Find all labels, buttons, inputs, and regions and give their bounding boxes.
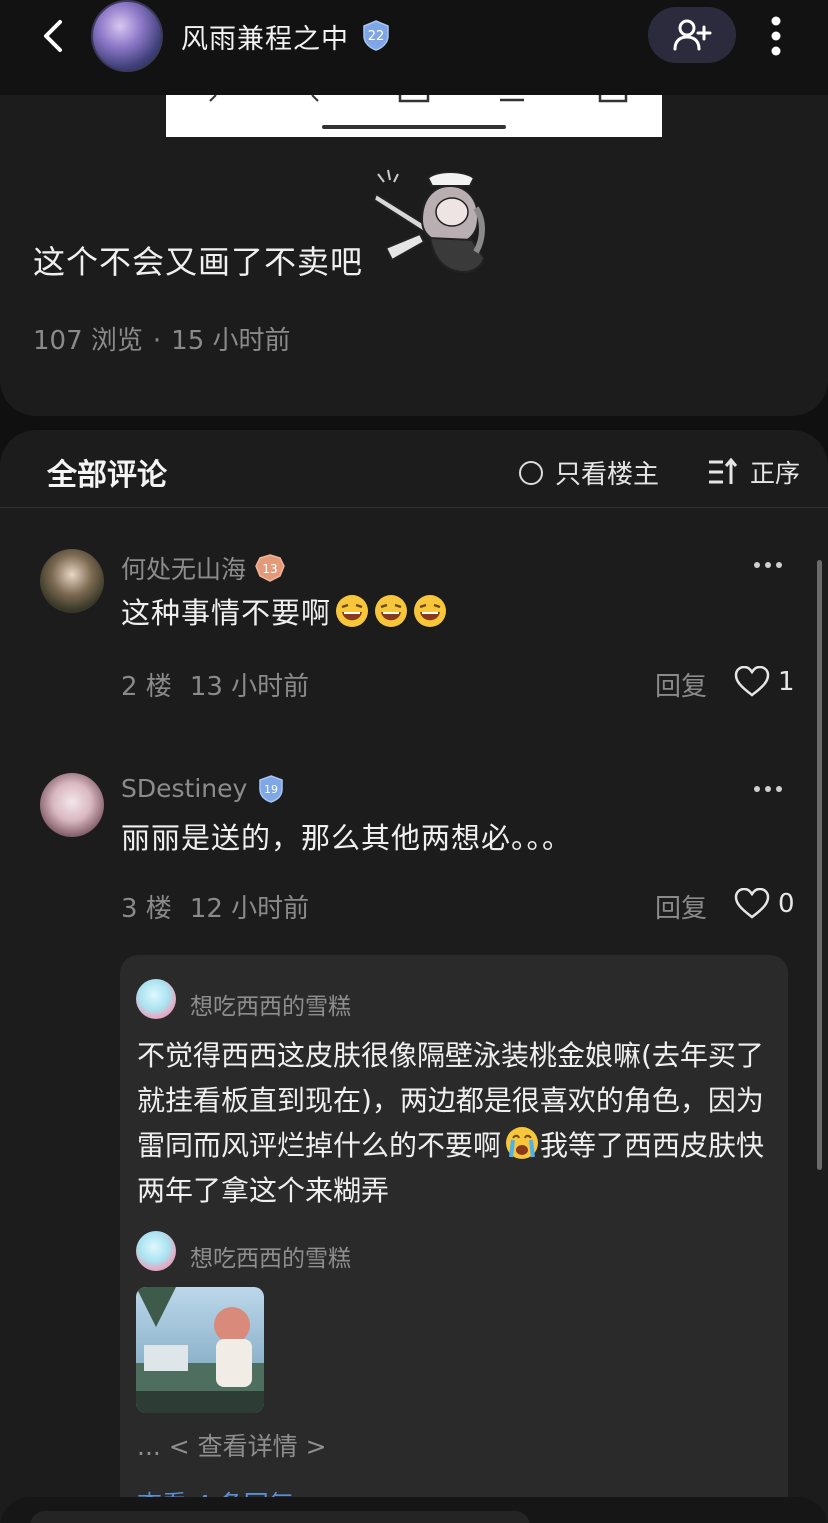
commenter-avatar[interactable] <box>40 549 104 613</box>
post-time: 15 小时前 <box>171 326 291 356</box>
level-badge-text: 22 <box>368 29 385 44</box>
level-badge-text: 13 <box>262 562 277 576</box>
author-avatar[interactable] <box>91 0 163 72</box>
only-op-toggle[interactable]: 只看楼主 <box>519 454 659 491</box>
commenter-name-row: 何处无山海 13 <box>121 550 286 586</box>
only-op-label: 只看楼主 <box>555 460 660 490</box>
sort-button[interactable]: 正序 <box>708 454 800 490</box>
commenter-name[interactable]: SDestiney <box>121 774 247 803</box>
like-button[interactable]: 0 <box>734 888 795 920</box>
replier-avatar[interactable] <box>136 1231 176 1271</box>
like-button[interactable]: 1 <box>734 666 795 698</box>
sub-replies-panel: 想吃西西的雪糕 不觉得西西这皮肤很像隔壁泳装桃金娘嘛(去年买了就挂看板直到现在)… <box>120 955 788 1519</box>
reply-text-block: 不觉得西西这皮肤很像隔壁泳装桃金娘嘛(去年买了就挂看板直到现在)，两边都是很喜欢… <box>137 1033 767 1213</box>
add-user-icon <box>673 19 712 51</box>
scrollbar[interactable] <box>817 560 822 1170</box>
more-options-button[interactable] <box>762 14 790 58</box>
level-badge-icon: 13 <box>255 554 285 582</box>
heart-icon <box>734 888 770 919</box>
reply-button[interactable]: 回复 <box>655 888 707 925</box>
post-image[interactable] <box>166 95 662 137</box>
crying-emoji-icon <box>506 1127 539 1159</box>
floor-number: 2 楼 <box>121 672 172 702</box>
follow-button[interactable] <box>648 7 736 63</box>
level-badge: 22 <box>360 19 392 51</box>
like-count: 1 <box>778 667 795 697</box>
comment-meta: 2 楼 13 小时前 <box>121 666 309 703</box>
level-badge-text: 19 <box>264 783 278 796</box>
commenter-name-row: SDestiney 19 <box>121 774 287 803</box>
maid-sticker-image <box>372 168 490 278</box>
level-badge-icon: 19 <box>259 774 284 803</box>
replier-avatar[interactable] <box>136 979 176 1019</box>
laughing-emoji-icon <box>414 595 447 627</box>
comments-header: 全部评论 只看楼主 正序 <box>0 430 828 508</box>
top-bar: 风雨兼程之中 22 <box>0 0 828 95</box>
laughing-emoji-icon <box>375 595 408 627</box>
horizontal-dots-icon[interactable] <box>752 560 784 570</box>
view-count: 107 浏览 <box>33 326 143 356</box>
horizontal-dots-icon[interactable] <box>752 784 784 794</box>
comment-time: 12 小时前 <box>189 894 310 924</box>
meta-separator: · <box>152 326 162 356</box>
post-text: 这个不会又画了不卖吧 <box>33 243 364 281</box>
sort-order-icon <box>709 458 738 484</box>
author-name[interactable]: 风雨兼程之中 <box>181 17 349 56</box>
comment-input[interactable] <box>30 1511 530 1523</box>
comment-meta: 3 楼 12 小时前 <box>121 888 309 925</box>
post-card: 这个不会又画了不卖吧 107 浏览 · 15 小时前 <box>0 80 828 416</box>
reply-image-thumbnail[interactable] <box>136 1287 264 1413</box>
back-button[interactable] <box>36 16 76 56</box>
heart-icon <box>734 666 770 697</box>
commenter-avatar[interactable] <box>40 773 104 837</box>
view-detail-link[interactable]: ... < 查看详情 > <box>137 1427 327 1463</box>
comment-time: 13 小时前 <box>189 672 310 702</box>
radio-circle-icon <box>519 460 543 485</box>
page: 风雨兼程之中 22 这个不会又画了不卖吧 107 浏览 · 15 小时前 全部评… <box>0 0 828 1523</box>
comments-panel: 全部评论 只看楼主 正序 何处无山海 13 这种事情不要啊 2 楼 13 小时前… <box>0 430 828 1523</box>
comment-text: 这种事情不要啊 <box>121 596 332 630</box>
sort-label: 正序 <box>750 459 801 488</box>
like-count: 0 <box>778 889 795 919</box>
replier-name[interactable]: 想吃西西的雪糕 <box>190 987 351 1021</box>
comment-input-bar <box>0 1497 828 1523</box>
vertical-dots-icon <box>771 16 781 56</box>
comment-text-row: 这种事情不要啊 <box>121 590 448 632</box>
floor-number: 3 楼 <box>121 894 172 924</box>
reply-button[interactable]: 回复 <box>655 666 707 703</box>
comments-title: 全部评论 <box>47 458 167 493</box>
comment-text: 丽丽是送的，那么其他两想必。。。 <box>121 821 573 855</box>
laughing-emoji-icon <box>336 595 369 627</box>
commenter-name[interactable]: 何处无山海 <box>121 550 246 586</box>
replier-name[interactable]: 想吃西西的雪糕 <box>190 1239 351 1273</box>
post-meta: 107 浏览 · 15 小时前 <box>33 320 291 357</box>
home-indicator <box>322 125 506 129</box>
chevron-left-icon <box>44 20 62 52</box>
